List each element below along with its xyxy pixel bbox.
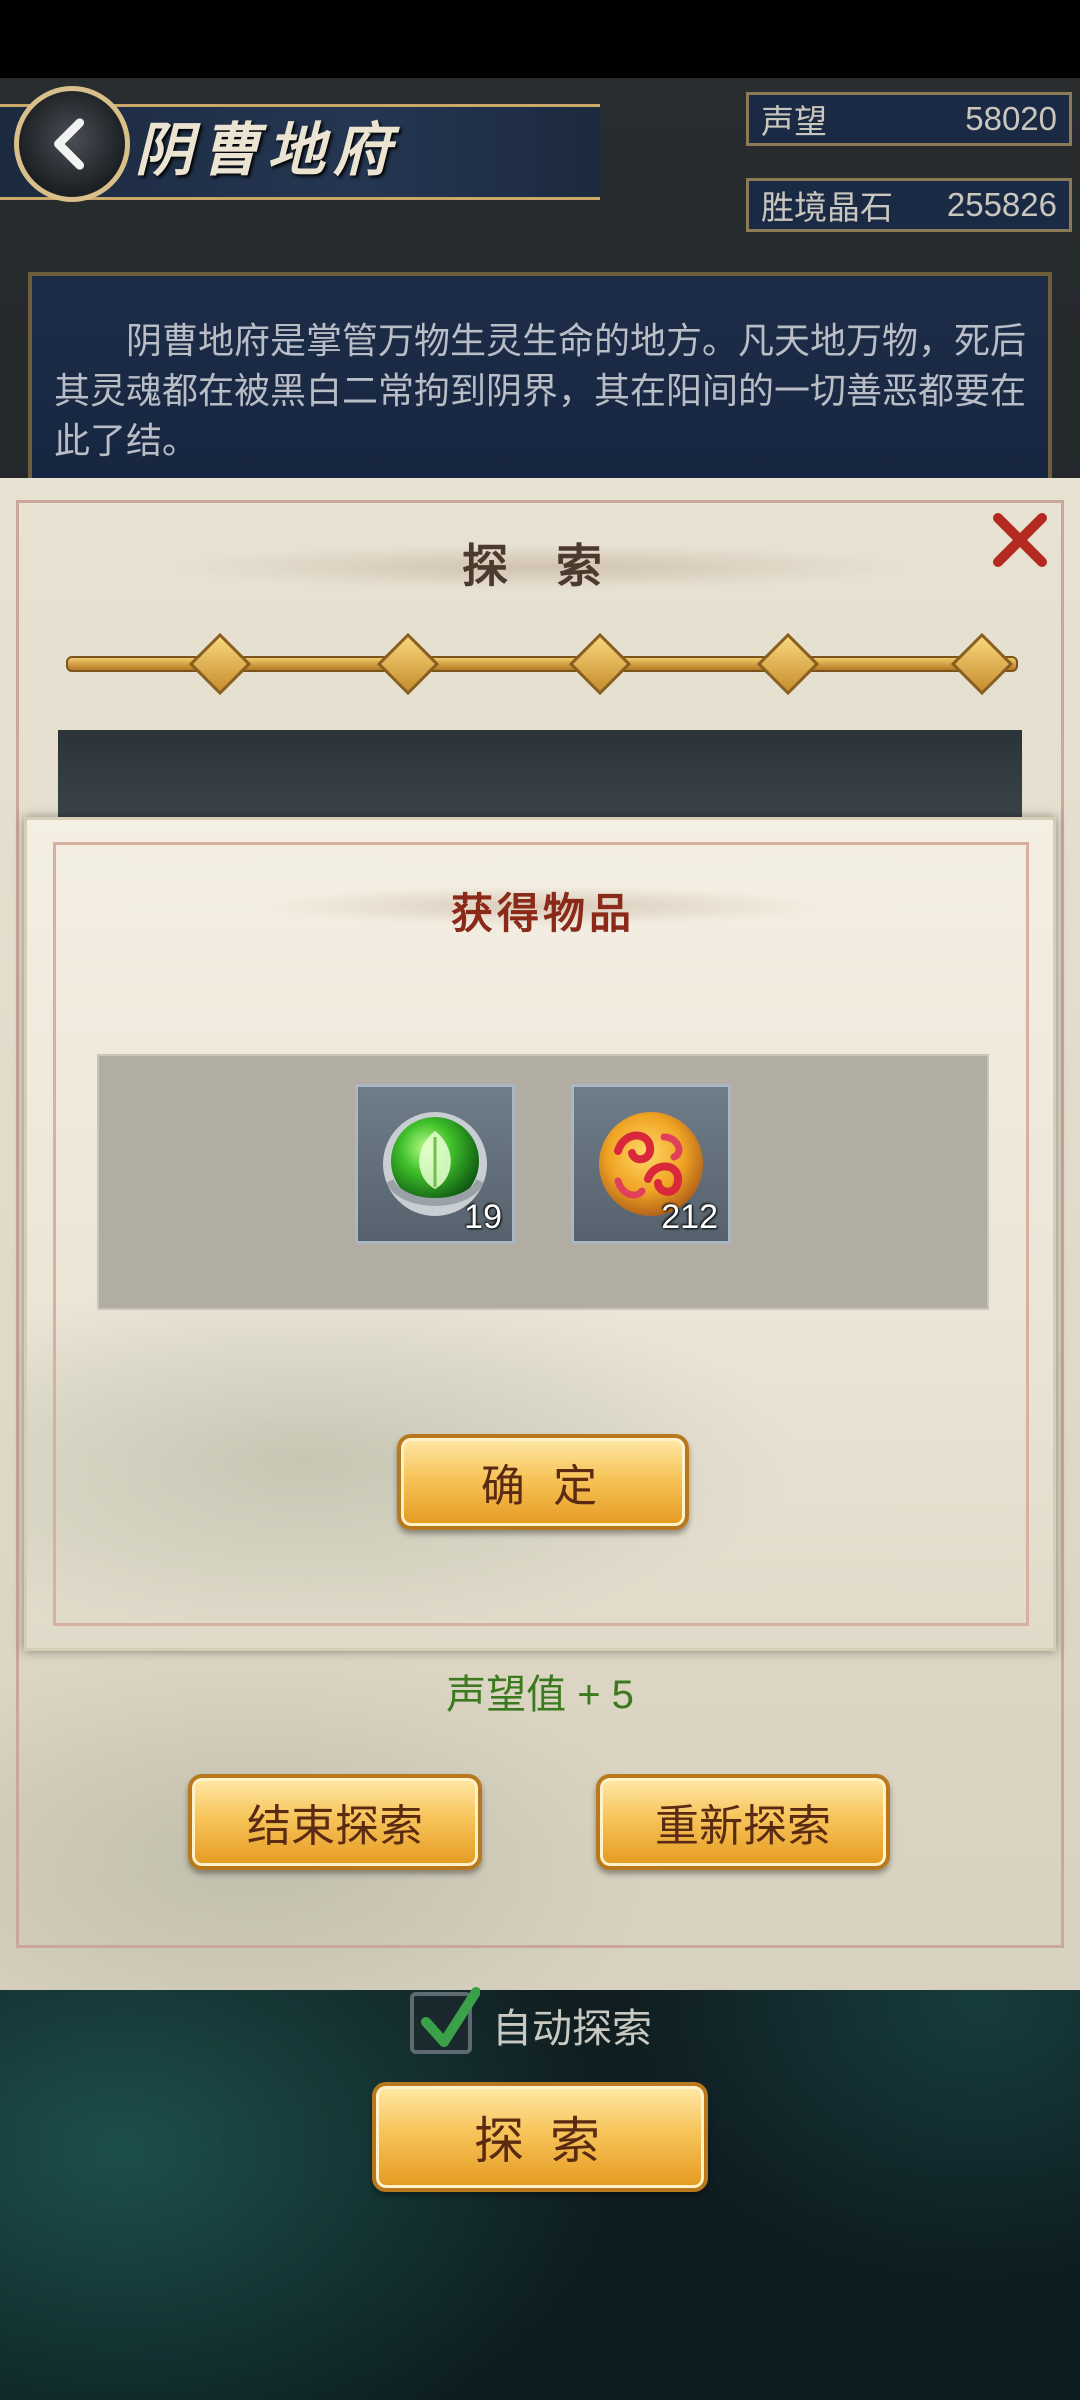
back-button[interactable] [14,86,130,202]
crystal-label: 胜境晶石 [761,189,893,226]
confirm-button[interactable]: 确 定 [397,1434,689,1530]
reputation-stat: 声望 58020 [746,92,1072,146]
reward-dialog: 获得物品 19 212 确 定 [24,817,1056,1651]
reputation-label: 声望 [761,103,827,140]
explore-panel-title: 探 索 [461,539,618,593]
crystal-stat: 胜境晶石 255826 [746,178,1072,232]
game-screen: 阴曹地府 声望 58020 胜境晶石 255826 阴曹地府是掌管万物生灵生命的… [0,0,1080,2400]
reward-item-slot[interactable]: 212 [571,1084,731,1244]
reputation-value: 58020 [965,100,1057,137]
reward-dialog-title: 获得物品 [450,889,635,938]
item-count: 19 [464,1198,502,1236]
checkmark-icon [421,1987,480,2047]
item-count: 212 [661,1198,718,1236]
crystal-value: 255826 [946,186,1057,223]
reward-items-area [97,1054,989,1310]
page-title: 阴曹地府 [135,116,400,184]
restart-explore-button[interactable]: 重新探索 [596,1774,890,1870]
status-bar [0,0,1080,78]
close-icon[interactable] [988,508,1052,572]
reward-item-slot[interactable]: 19 [355,1084,515,1244]
end-explore-button[interactable]: 结束探索 [188,1774,482,1870]
chevron-left-icon [54,118,85,170]
auto-explore-label: 自动探索 [492,2007,652,2051]
auto-explore-checkbox[interactable] [410,1987,480,2054]
reputation-gain-text: 声望值 + 5 [446,1673,634,1717]
explore-scene [58,730,1022,830]
location-description: 阴曹地府是掌管万物生灵生命的地方。凡天地万物，死后其灵魂都在被黑白二常拘到阴界，… [28,272,1052,482]
explore-button[interactable]: 探 索 [372,2082,708,2192]
